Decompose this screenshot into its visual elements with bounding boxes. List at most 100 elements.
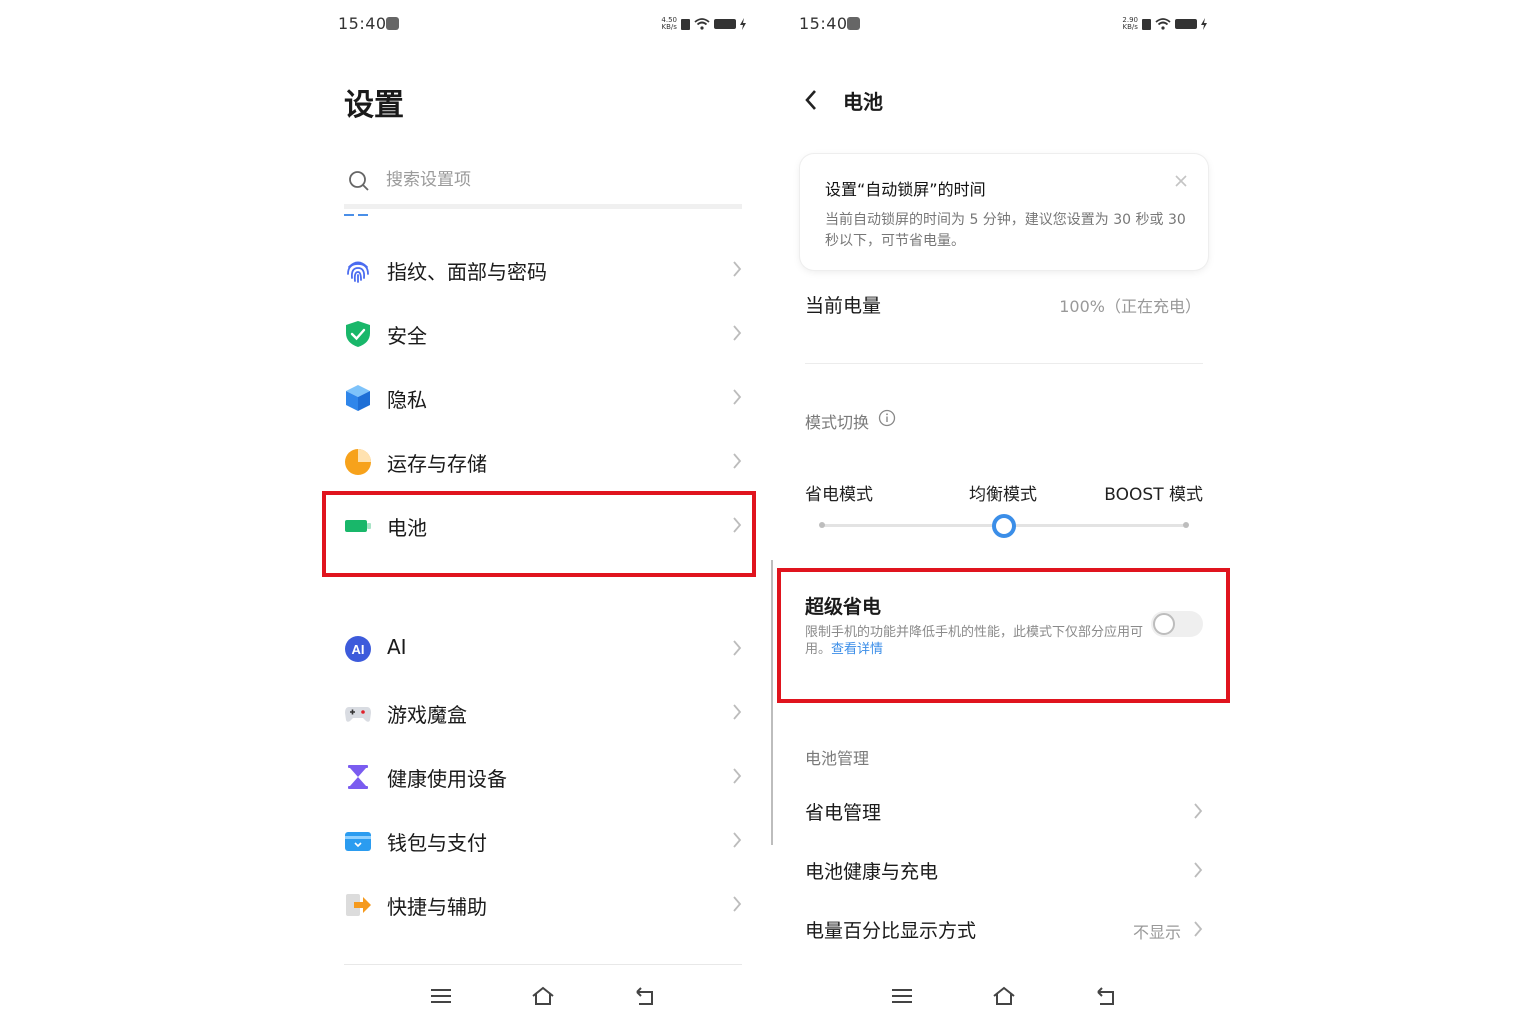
- ai-icon: AI: [345, 636, 371, 662]
- menu-label: 运存与存储: [387, 452, 487, 476]
- sim-icon: [681, 18, 690, 30]
- menu-label: 快捷与辅助: [387, 895, 487, 919]
- privacy-cube-icon: [346, 385, 370, 411]
- menu-label: 隐私: [387, 388, 427, 412]
- mode-power-saving[interactable]: 省电模式: [805, 480, 873, 505]
- chevron-right-icon: [1194, 803, 1203, 819]
- mode-boost[interactable]: BOOST 模式: [1104, 480, 1203, 505]
- menu-item-shortcut[interactable]: 快捷与辅助: [344, 877, 742, 933]
- gamepad-icon: [345, 707, 371, 722]
- row-percentage-display[interactable]: 电量百分比显示方式 不显示: [805, 908, 1203, 952]
- page-title: 电池: [843, 90, 883, 114]
- menu-icon[interactable]: [428, 984, 454, 1008]
- menu-icon[interactable]: [889, 984, 915, 1008]
- battery-screen: 15:40 2.90 KB/s 电池 设置“自动锁屏”的时间 当前自动锁屏的时间…: [777, 0, 1230, 1024]
- notification-app-icon: [386, 17, 399, 30]
- home-icon[interactable]: [530, 984, 556, 1008]
- chevron-right-icon: [1194, 862, 1203, 878]
- search-input[interactable]: [384, 169, 688, 191]
- navigation-bar: [322, 980, 762, 1014]
- tip-body: 当前自动锁屏的时间为 5 分钟，建议您设置为 30 秒或 30 秒以下，可节省电…: [825, 212, 1186, 249]
- lock-screen-tip-card[interactable]: 设置“自动锁屏”的时间 当前自动锁屏的时间为 5 分钟，建议您设置为 30 秒或…: [800, 154, 1208, 270]
- net-speed: 2.90 KB/s: [1122, 16, 1138, 31]
- super-saver-highlight-box: [777, 568, 1230, 703]
- status-bar: 15:40 4.50 KB/s: [338, 12, 746, 36]
- chevron-right-icon: [733, 768, 742, 784]
- menu-item-storage[interactable]: 运存与存储: [344, 434, 742, 490]
- battery-highlight-box: [322, 491, 756, 577]
- svg-text:AI: AI: [352, 642, 365, 657]
- status-time: 15:40: [338, 14, 387, 33]
- menu-item-health[interactable]: 健康使用设备: [344, 749, 742, 805]
- row-label: 省电管理: [805, 802, 882, 824]
- close-icon[interactable]: [1174, 174, 1188, 188]
- menu-label: 指纹、面部与密码: [387, 260, 547, 284]
- menu-label: 安全: [387, 324, 427, 348]
- slider-stop-power-saving: [819, 522, 825, 528]
- menu-item-fingerprint[interactable]: 指纹、面部与密码: [344, 242, 742, 298]
- current-level-value: 100%（正在充电）: [1059, 297, 1201, 316]
- info-icon[interactable]: [878, 409, 896, 427]
- vertical-divider: [771, 560, 773, 845]
- mode-slider-thumb[interactable]: [992, 514, 1016, 538]
- charging-bolt-icon: [740, 18, 746, 30]
- wifi-icon: [1155, 18, 1171, 30]
- menu-item-ai[interactable]: AI AI: [344, 621, 742, 677]
- hourglass-icon: [348, 765, 368, 789]
- chevron-right-icon: [733, 325, 742, 341]
- chevron-right-icon: [733, 453, 742, 469]
- status-indicators: 2.90 KB/s: [1122, 16, 1207, 32]
- back-nav-icon[interactable]: [1093, 984, 1119, 1008]
- tip-title: 设置“自动锁屏”的时间: [825, 180, 986, 199]
- battery-status-icon: [714, 19, 736, 29]
- menu-item-privacy[interactable]: 隐私: [344, 370, 742, 426]
- menu-label: 钱包与支付: [387, 831, 487, 855]
- current-level-label: 当前电量: [805, 295, 882, 317]
- row-label: 电量百分比显示方式: [805, 920, 977, 942]
- chevron-right-icon: [733, 389, 742, 405]
- chevron-right-icon: [733, 832, 742, 848]
- battery-status-icon: [1175, 19, 1197, 29]
- search-icon: [349, 171, 369, 191]
- battery-management-label: 电池管理: [805, 749, 870, 768]
- menu-item-security[interactable]: 安全: [344, 306, 742, 362]
- menu-label: 游戏魔盒: [387, 703, 467, 727]
- settings-screen: 15:40 4.50 KB/s 设置 指纹、面部与密码 安全 隐私: [322, 0, 762, 1024]
- navigation-bar: [783, 980, 1223, 1014]
- menu-label: 健康使用设备: [387, 767, 507, 791]
- back-nav-icon[interactable]: [632, 984, 658, 1008]
- scroll-indicator: [344, 214, 368, 216]
- menu-label: AI: [387, 635, 407, 659]
- status-time: 15:40: [799, 14, 848, 33]
- chevron-right-icon: [733, 640, 742, 656]
- row-label: 电池健康与充电: [805, 861, 939, 883]
- status-bar: 15:40 2.90 KB/s: [799, 12, 1207, 36]
- wifi-icon: [694, 18, 710, 30]
- search-bar[interactable]: [344, 164, 742, 209]
- mode-balanced[interactable]: 均衡模式: [969, 480, 1037, 505]
- bottom-divider: [344, 964, 742, 965]
- row-value: 不显示: [1132, 923, 1181, 942]
- chevron-right-icon: [733, 896, 742, 912]
- sim-icon: [1142, 18, 1151, 30]
- charging-bolt-icon: [1201, 18, 1207, 30]
- shortcut-icon: [346, 894, 371, 916]
- menu-item-wallet[interactable]: 钱包与支付: [344, 813, 742, 869]
- storage-pie-icon: [345, 449, 371, 475]
- net-speed: 4.50 KB/s: [661, 16, 677, 31]
- chevron-right-icon: [733, 261, 742, 277]
- chevron-right-icon: [733, 704, 742, 720]
- mode-switch-label: 模式切换: [805, 413, 870, 432]
- status-indicators: 4.50 KB/s: [661, 16, 746, 32]
- notification-app-icon: [847, 17, 860, 30]
- wallet-icon: [345, 832, 371, 851]
- fingerprint-icon: [347, 261, 369, 283]
- chevron-right-icon: [1194, 921, 1203, 937]
- back-arrow-icon[interactable]: [803, 88, 819, 112]
- menu-item-game[interactable]: 游戏魔盒: [344, 685, 742, 741]
- row-power-saving-management[interactable]: 省电管理: [805, 790, 1203, 834]
- home-icon[interactable]: [991, 984, 1017, 1008]
- row-battery-health[interactable]: 电池健康与充电: [805, 849, 1203, 893]
- slider-stop-boost: [1183, 522, 1189, 528]
- page-title: 设置: [344, 88, 404, 123]
